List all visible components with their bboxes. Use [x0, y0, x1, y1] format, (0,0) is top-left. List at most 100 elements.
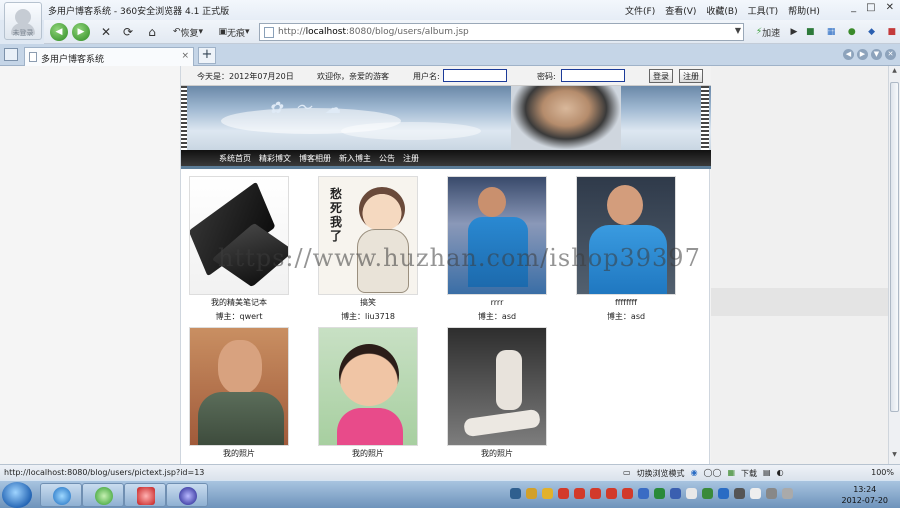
nav-new-bloggers[interactable]: 新入博主 — [339, 153, 371, 164]
scroll-thumb[interactable] — [890, 82, 899, 412]
browser-logo[interactable]: 未登录 — [4, 2, 42, 40]
cube-icon[interactable]: ■ — [806, 27, 815, 37]
maximize-button[interactable]: □ — [866, 2, 875, 13]
tray-icon[interactable] — [702, 488, 713, 499]
tray-icon[interactable] — [590, 488, 601, 499]
photo-caption[interactable]: 我的精美笔记本 — [189, 298, 289, 308]
new-tab-button[interactable]: + — [198, 47, 216, 64]
tab-left-icon[interactable]: ◀ — [843, 49, 854, 60]
stop-button[interactable]: ✕ — [98, 23, 114, 41]
download-label[interactable]: 下载 — [741, 468, 757, 479]
tray-icon[interactable] — [622, 488, 633, 499]
photo-thumbnail[interactable] — [318, 327, 418, 446]
tray-icon[interactable] — [686, 488, 697, 499]
home-button[interactable]: ⌂ — [144, 23, 160, 41]
restore-button[interactable]: ↶ 恢复 ▾ — [168, 23, 208, 41]
tab-overview-icon[interactable] — [4, 48, 18, 61]
scroll-up-icon[interactable]: ▲ — [890, 67, 899, 79]
tray-icon[interactable] — [670, 488, 681, 499]
photo-thumbnail[interactable] — [189, 176, 289, 295]
grid-status-icon[interactable]: ▦ — [727, 468, 735, 479]
register-button[interactable]: 注册 — [679, 69, 703, 83]
photo-thumbnail[interactable]: 愁死我了 — [318, 176, 418, 295]
address-host: localhost — [305, 27, 346, 37]
forward-button[interactable]: ▶ — [72, 23, 90, 41]
page-status-icon[interactable]: ▤ — [763, 468, 771, 479]
nav-notice[interactable]: 公告 — [379, 153, 395, 164]
photo-caption[interactable]: 我的照片 — [318, 449, 418, 459]
address-dropdown-icon[interactable]: ▼ — [735, 26, 741, 35]
start-button[interactable] — [2, 482, 32, 508]
zoom-level[interactable]: 100% — [871, 468, 894, 477]
tab-active[interactable]: 多用户博客系统 × — [24, 47, 194, 66]
menu-favorites[interactable]: 收藏(B) — [706, 4, 737, 17]
ie-icon[interactable]: ◉ — [691, 468, 698, 479]
tray-icon[interactable] — [766, 488, 777, 499]
minimize-button[interactable]: _ — [851, 2, 856, 13]
browser-mode-icon[interactable]: ▭ — [623, 468, 631, 479]
photo-card[interactable]: 我的照片 — [189, 327, 289, 459]
vertical-scrollbar[interactable]: ▲ ▼ — [888, 66, 900, 464]
tray-icon[interactable] — [526, 488, 537, 499]
sound-icon[interactable]: ◐ — [777, 468, 784, 479]
tab-list-icon[interactable]: ▼ — [871, 49, 882, 60]
photo-caption[interactable]: 我的照片 — [189, 449, 289, 459]
photo-thumbnail[interactable] — [447, 327, 547, 446]
close-window-button[interactable]: ✕ — [886, 2, 894, 13]
accelerate-button[interactable]: ⚡ 加速 — [749, 23, 787, 41]
photo-card[interactable]: 我的照片 — [318, 327, 418, 459]
tray-icon[interactable] — [574, 488, 585, 499]
scroll-down-icon[interactable]: ▼ — [890, 451, 899, 463]
tray-icon[interactable] — [542, 488, 553, 499]
globe-icon[interactable]: ● — [848, 27, 856, 37]
clock[interactable]: 13:24 2012-07-20 — [842, 484, 889, 506]
tray-icon[interactable] — [606, 488, 617, 499]
tray-icon[interactable] — [654, 488, 665, 499]
menu-tools[interactable]: 工具(T) — [748, 4, 779, 17]
photo-thumbnail[interactable] — [447, 176, 547, 295]
nav-album[interactable]: 博客相册 — [299, 153, 331, 164]
tray-icon[interactable] — [718, 488, 729, 499]
photo-caption[interactable]: rrrr — [447, 298, 547, 308]
volume-icon[interactable] — [782, 488, 793, 499]
tab-right-icon[interactable]: ▶ — [857, 49, 868, 60]
password-input[interactable] — [561, 69, 625, 82]
photo-thumbnail[interactable] — [189, 327, 289, 446]
login-button[interactable]: 登录 — [649, 69, 673, 83]
address-scheme: http:// — [278, 27, 306, 37]
tray-icon[interactable] — [750, 488, 761, 499]
photo-card[interactable]: 我的照片 — [447, 327, 547, 459]
nav-register[interactable]: 注册 — [403, 153, 419, 164]
photo-caption[interactable]: 搞笑 — [318, 298, 418, 308]
tab-close-icon[interactable]: × — [181, 51, 189, 61]
photo-thumbnail[interactable] — [576, 176, 676, 295]
taskbar-360-browser[interactable] — [82, 483, 124, 507]
tab-close-all-icon[interactable]: ✕ — [885, 49, 896, 60]
username-input[interactable] — [443, 69, 507, 82]
tray-icon[interactable] — [558, 488, 569, 499]
tray-icon[interactable] — [734, 488, 745, 499]
no-trace-button[interactable]: ▣ 无痕 ▾ — [214, 23, 254, 41]
grid-icon[interactable]: ▦ — [827, 27, 836, 37]
refresh-button[interactable]: ⟳ — [120, 23, 136, 41]
back-button[interactable]: ◀ — [50, 23, 68, 41]
menu-help[interactable]: 帮助(H) — [788, 4, 820, 17]
taskbar-app[interactable] — [124, 483, 166, 507]
tray-icon[interactable] — [638, 488, 649, 499]
taskbar-app[interactable] — [166, 483, 208, 507]
nav-home[interactable]: 系统首页 — [219, 153, 251, 164]
toggle-icon[interactable]: ◯◯ — [704, 468, 722, 479]
clock-time: 13:24 — [853, 485, 877, 494]
play-icon[interactable]: ▶ — [789, 23, 799, 41]
tray-icon[interactable] — [510, 488, 521, 499]
photo-caption[interactable]: ffffffff — [576, 298, 676, 308]
nav-featured-posts[interactable]: 精彩博文 — [259, 153, 291, 164]
switch-mode-label[interactable]: 切换浏览模式 — [637, 468, 685, 479]
menu-file[interactable]: 文件(F) — [625, 4, 655, 17]
photo-caption[interactable]: 我的照片 — [447, 449, 547, 459]
shield-icon[interactable]: ◆ — [868, 27, 875, 37]
color-icon[interactable]: ■ — [887, 27, 896, 37]
address-bar[interactable]: http://localhost:8080/blog/users/album.j… — [259, 23, 744, 41]
menu-view[interactable]: 查看(V) — [665, 4, 696, 17]
taskbar-ie[interactable] — [40, 483, 82, 507]
